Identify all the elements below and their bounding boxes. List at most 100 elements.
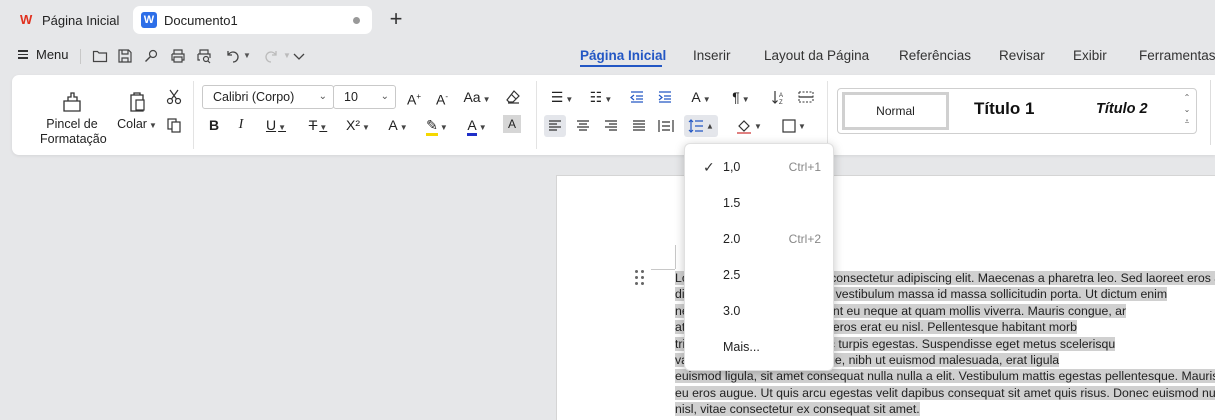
undo-dropdown-icon[interactable]: ▼ <box>243 51 259 67</box>
shading-button[interactable]: ▼ <box>732 115 766 137</box>
asian-layout-icon[interactable]: A ▼ <box>686 87 716 107</box>
format-painter-button[interactable]: Pincel de Formatação <box>40 91 107 147</box>
font-size-value: 10 <box>344 90 358 104</box>
paragraph-drag-handle-icon[interactable] <box>635 270 645 286</box>
font-name-value: Calibri (Corpo) <box>213 90 295 104</box>
chevron-up-icon: ▼ <box>706 121 714 131</box>
line-spacing-1-0[interactable]: ✓ 1,0 Ctrl+1 <box>685 149 835 185</box>
tab-referencias[interactable]: Referências <box>899 48 971 63</box>
align-right-icon[interactable] <box>600 115 622 137</box>
menu-button[interactable]: Menu <box>18 47 69 62</box>
tab-ferramentas[interactable]: Ferramentas <box>1139 48 1215 63</box>
highlight-color-icon[interactable]: ✎ ▼ <box>422 115 452 136</box>
line-spacing-button[interactable]: ▼ <box>684 115 718 137</box>
chevron-down-icon: ⌄ <box>318 91 327 102</box>
divider <box>536 81 537 149</box>
cut-icon[interactable] <box>164 87 184 107</box>
new-tab-button[interactable]: + <box>386 8 406 32</box>
increase-indent-icon[interactable] <box>655 87 675 107</box>
svg-text:A: A <box>779 93 783 99</box>
borders-button[interactable]: ▼ <box>777 115 811 137</box>
tab-pagina-inicial[interactable]: Página Inicial <box>580 48 666 63</box>
border-icon <box>782 119 796 133</box>
font-name-select[interactable]: Calibri (Corpo) ⌄ <box>202 85 334 109</box>
underline-icon[interactable]: U ▼ <box>260 115 292 135</box>
distributed-icon[interactable] <box>655 115 677 137</box>
tab-home[interactable]: W Página Inicial <box>12 6 126 34</box>
tab-document[interactable]: W Documento1 <box>133 6 372 34</box>
open-folder-icon[interactable] <box>92 48 108 64</box>
chevron-up-icon[interactable]: ⌃ <box>1182 92 1192 104</box>
chevron-down-icon[interactable]: ⌄ <box>1182 104 1192 116</box>
copy-icon[interactable] <box>164 115 184 135</box>
line-spacing-1-5[interactable]: 1.5 <box>685 185 835 221</box>
align-left-icon[interactable] <box>544 115 566 137</box>
font-size-select[interactable]: 10 ⌄ <box>333 85 396 109</box>
format-painter-label-2: Formatação <box>40 132 107 146</box>
change-case-icon[interactable]: Aa ▼ <box>462 87 492 107</box>
tab-layout[interactable]: Layout da Página <box>764 48 869 63</box>
tab-revisar[interactable]: Revisar <box>999 48 1045 63</box>
align-center-icon[interactable] <box>572 115 594 137</box>
checkmark-icon: ✓ <box>703 159 715 175</box>
line-spacing-2-0[interactable]: 2.0 Ctrl+2 <box>685 221 835 257</box>
text-effects-icon[interactable]: A ▼ <box>382 115 414 135</box>
document-line: eu eros augue. Ut quis arcu egestas veli… <box>675 385 1215 401</box>
paste-dropdown-icon[interactable]: ▼ <box>149 121 157 130</box>
menu-label: Menu <box>36 47 69 62</box>
font-color-icon[interactable]: A ▼ <box>462 115 492 136</box>
gallery-more-icon[interactable]: ⩡ <box>1182 116 1192 128</box>
print-preview-icon[interactable] <box>196 48 212 64</box>
line-spacing-more[interactable]: Mais... <box>685 329 835 365</box>
line-spacing-2-5[interactable]: 2.5 <box>685 257 835 293</box>
undo-icon[interactable] <box>224 48 240 64</box>
italic-icon[interactable]: I <box>231 115 251 135</box>
document-line: nisl, vitae consectetur ex consequat sit… <box>675 402 920 417</box>
style-normal[interactable]: Normal <box>842 92 949 130</box>
margin-mark <box>675 245 676 269</box>
divider <box>80 49 81 64</box>
gallery-scroll[interactable]: ⌃ ⌄ ⩡ <box>1182 92 1192 128</box>
tab-inserir[interactable]: Inserir <box>693 48 731 63</box>
line-spacing-menu: ✓ 1,0 Ctrl+1 1.5 2.0 Ctrl+2 2.5 3.0 Mais… <box>684 143 834 371</box>
unsaved-dot-icon[interactable] <box>353 17 360 24</box>
decrease-indent-icon[interactable] <box>627 87 647 107</box>
superscript-icon[interactable]: X² ▼ <box>342 115 374 135</box>
clipboard-icon <box>130 92 145 112</box>
tab-exibir[interactable]: Exibir <box>1073 48 1107 63</box>
active-tab-indicator <box>580 65 662 67</box>
paste-label: Colar ▼ <box>117 117 157 131</box>
divider <box>193 81 194 149</box>
paste-button[interactable]: Colar ▼ <box>114 91 160 133</box>
clear-formatting-icon[interactable] <box>503 87 523 107</box>
tab-document-label: Documento1 <box>164 12 238 28</box>
sort-icon[interactable]: AZ <box>769 87 789 107</box>
svg-text:Z: Z <box>779 100 783 105</box>
save-icon[interactable] <box>117 48 133 64</box>
export-icon[interactable] <box>143 48 159 64</box>
style-title-1[interactable]: Título 1 <box>974 99 1034 119</box>
style-title-2[interactable]: Título 2 <box>1096 101 1148 117</box>
customize-chevron-icon[interactable] <box>291 48 307 64</box>
chevron-down-icon: ⌄ <box>380 91 389 102</box>
print-icon[interactable] <box>170 48 186 64</box>
table-borders-icon[interactable] <box>796 87 816 107</box>
grow-font-icon[interactable]: A+ <box>404 87 424 108</box>
justify-icon[interactable] <box>628 115 650 137</box>
divider <box>1210 80 1211 145</box>
bullets-icon[interactable]: ☰ ▼ <box>547 87 577 107</box>
line-spacing-icon <box>688 119 704 133</box>
hamburger-icon <box>18 50 28 59</box>
shrink-font-icon[interactable]: A- <box>432 87 452 108</box>
tab-home-label: Página Inicial <box>42 12 120 28</box>
numbering-icon[interactable]: ☷ ▼ <box>586 87 616 107</box>
styles-gallery: Normal Título 1 Título 2 ⌃ ⌄ ⩡ <box>837 88 1197 134</box>
bold-icon[interactable]: B <box>204 115 224 135</box>
character-shading-icon[interactable]: A <box>503 115 521 133</box>
strikethrough-icon[interactable]: T ▼ <box>302 115 334 135</box>
line-spacing-3-0[interactable]: 3.0 <box>685 293 835 329</box>
format-painter-label-1: Pincel de <box>46 117 98 131</box>
paragraph-marks-icon[interactable]: ¶ ▼ <box>726 87 756 107</box>
writer-doc-icon: W <box>141 12 157 28</box>
wps-logo-icon: W <box>20 12 33 27</box>
